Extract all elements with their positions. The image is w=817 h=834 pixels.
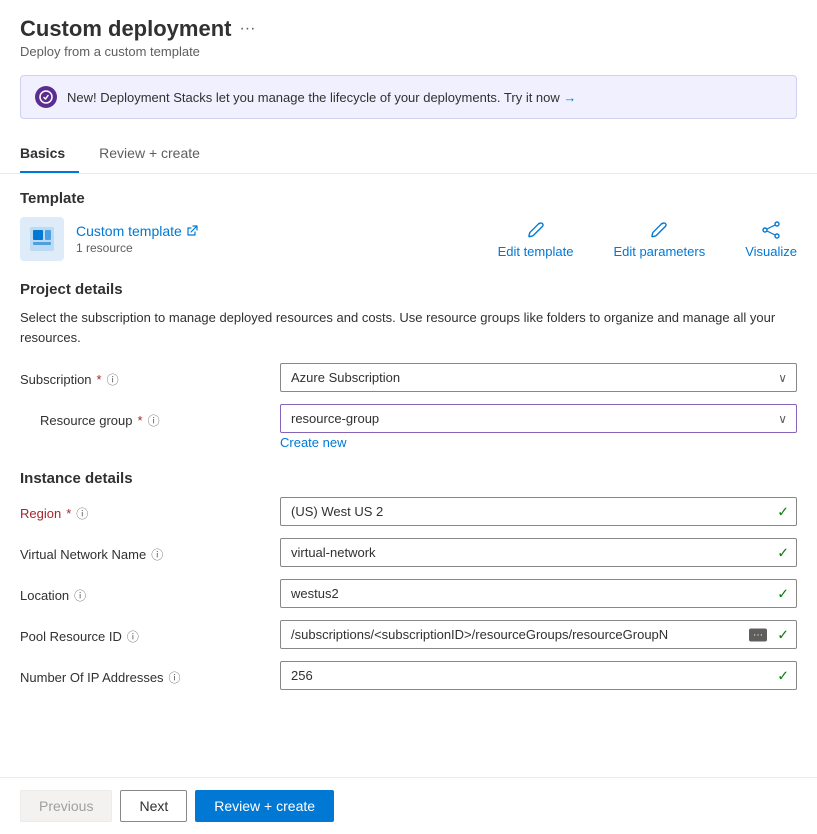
pool-resource-id-input-wrapper: ··· ✓ <box>280 620 797 649</box>
subscription-select-wrapper: Azure Subscription ∨ <box>280 363 797 392</box>
virtual-network-name-info-icon[interactable]: ⓘ <box>151 546 163 563</box>
footer: Previous Next Review + create <box>0 777 817 834</box>
instance-details-header: Instance details <box>20 470 797 487</box>
template-section: Template Custom template 1 <box>20 190 797 261</box>
visualize-button[interactable]: Visualize <box>745 220 797 259</box>
tabs-nav: Basics Review + create <box>0 135 817 174</box>
location-valid-icon: ✓ <box>777 585 789 602</box>
location-input-wrapper: ✓ <box>280 579 797 608</box>
pool-resource-id-info-icon[interactable]: ⓘ <box>127 628 139 645</box>
region-required-star: * <box>66 506 71 521</box>
virtual-network-name-input-wrapper: ✓ <box>280 538 797 567</box>
region-valid-icon: ✓ <box>777 503 789 520</box>
number-of-ip-addresses-row: Number Of IP Addresses ⓘ ✓ <box>20 661 797 690</box>
next-button[interactable]: Next <box>120 790 187 822</box>
region-input-wrapper: ✓ <box>280 497 797 526</box>
template-info: Custom template 1 resource <box>76 223 198 255</box>
banner-icon <box>35 86 57 108</box>
header: Custom deployment ··· Deploy from a cust… <box>0 0 817 67</box>
banner-text: New! Deployment Stacks let you manage th… <box>67 90 782 105</box>
region-row: Region * ⓘ ✓ <box>20 497 797 526</box>
create-new-link[interactable]: Create new <box>280 435 797 450</box>
pool-resource-id-input[interactable] <box>280 620 797 649</box>
template-name-link[interactable]: Custom template <box>76 223 198 239</box>
number-of-ip-addresses-input-wrapper: ✓ <box>280 661 797 690</box>
header-menu-icon[interactable]: ··· <box>239 20 255 38</box>
instance-details: Instance details Region * ⓘ ✓ V <box>20 470 797 690</box>
subscription-field: Azure Subscription ∨ <box>280 363 797 392</box>
resource-group-select[interactable]: resource-group <box>280 404 797 433</box>
edit-template-button[interactable]: Edit template <box>498 220 574 259</box>
project-description: Select the subscription to manage deploy… <box>20 308 797 347</box>
subscription-row: Subscription * ⓘ Azure Subscription ∨ <box>20 363 797 392</box>
tab-review-create[interactable]: Review + create <box>99 135 214 173</box>
number-of-ip-addresses-valid-icon: ✓ <box>777 667 789 684</box>
virtual-network-name-input[interactable] <box>280 538 797 567</box>
subscription-required-star: * <box>97 372 102 387</box>
number-of-ip-addresses-label: Number Of IP Addresses ⓘ <box>20 661 280 686</box>
banner: New! Deployment Stacks let you manage th… <box>20 75 797 119</box>
banner-link[interactable]: → <box>563 90 576 105</box>
pool-resource-id-valid-icon: ✓ <box>777 626 789 643</box>
resource-group-field: resource-group ∨ Create new <box>280 404 797 450</box>
project-details-header: Project details <box>20 281 797 298</box>
number-of-ip-addresses-input[interactable] <box>280 661 797 690</box>
region-input[interactable] <box>280 497 797 526</box>
number-of-ip-addresses-info-icon[interactable]: ⓘ <box>169 669 181 686</box>
pool-resource-id-label: Pool Resource ID ⓘ <box>20 620 280 645</box>
pool-resource-id-row: Pool Resource ID ⓘ ··· ✓ <box>20 620 797 649</box>
number-of-ip-addresses-field: ✓ <box>280 661 797 690</box>
location-row: Location ⓘ ✓ <box>20 579 797 608</box>
virtual-network-name-row: Virtual Network Name ⓘ ✓ <box>20 538 797 567</box>
subscription-select[interactable]: Azure Subscription <box>280 363 797 392</box>
resource-group-label: Resource group * ⓘ <box>40 404 280 429</box>
resource-group-select-wrapper: resource-group ∨ <box>280 404 797 433</box>
page-container: Custom deployment ··· Deploy from a cust… <box>0 0 817 834</box>
edit-parameters-button[interactable]: Edit parameters <box>613 220 705 259</box>
region-info-icon[interactable]: ⓘ <box>76 505 88 522</box>
project-details: Project details Select the subscription … <box>20 281 797 450</box>
subscription-label: Subscription * ⓘ <box>20 363 280 388</box>
location-field: ✓ <box>280 579 797 608</box>
location-input[interactable] <box>280 579 797 608</box>
pool-resource-id-field: ··· ✓ <box>280 620 797 649</box>
resource-group-info-icon[interactable]: ⓘ <box>148 412 160 429</box>
main-content: Template Custom template 1 <box>0 174 817 777</box>
virtual-network-name-label: Virtual Network Name ⓘ <box>20 538 280 563</box>
template-resource-count: 1 resource <box>76 241 198 255</box>
region-field: ✓ <box>280 497 797 526</box>
tab-basics[interactable]: Basics <box>20 135 79 173</box>
region-label: Region * ⓘ <box>20 497 280 522</box>
template-icon <box>20 217 64 261</box>
template-section-header: Template <box>20 190 797 207</box>
subscription-info-icon[interactable]: ⓘ <box>107 371 119 388</box>
previous-button[interactable]: Previous <box>20 790 112 822</box>
page-title: Custom deployment <box>20 16 231 42</box>
review-create-button[interactable]: Review + create <box>195 790 334 822</box>
location-label: Location ⓘ <box>20 579 280 604</box>
resource-group-row: Resource group * ⓘ resource-group ∨ Crea… <box>40 404 797 450</box>
template-card: Custom template 1 resource Edit template… <box>20 217 797 261</box>
virtual-network-name-field: ✓ <box>280 538 797 567</box>
page-subtitle: Deploy from a custom template <box>20 44 797 59</box>
resource-group-required-star: * <box>138 413 143 428</box>
virtual-network-name-valid-icon: ✓ <box>777 544 789 561</box>
location-info-icon[interactable]: ⓘ <box>74 587 86 604</box>
template-actions: Edit template Edit parameters <box>498 220 797 259</box>
pool-resource-id-truncate-badge: ··· <box>749 628 767 641</box>
